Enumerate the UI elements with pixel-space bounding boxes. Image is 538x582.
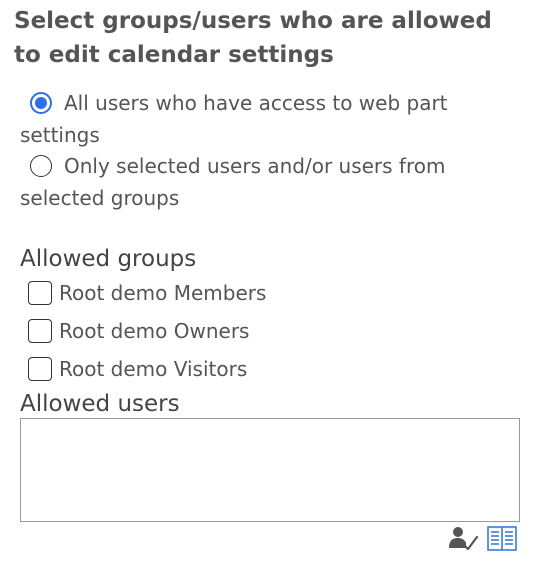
option-selected-users-label: Only selected users and/or users from se… [20,154,446,210]
radio-all-users[interactable] [30,92,52,114]
calendar-settings-permissions-panel: Select groups/users who are allowed to e… [0,0,538,582]
group-row-root-demo-members[interactable]: Root demo Members [28,278,266,308]
group-row-root-demo-visitors[interactable]: Root demo Visitors [28,354,247,384]
browse-directory-button[interactable] [486,524,518,554]
check-names-button[interactable] [448,524,480,554]
allowed-groups-label: Allowed groups [20,246,197,272]
option-all-users-label: All users who have access to web part se… [20,91,448,147]
group-row-root-demo-owners[interactable]: Root demo Owners [28,316,249,346]
group-label-root-demo-members: Root demo Members [59,281,267,305]
address-book-icon [487,526,517,551]
check-names-icon [449,527,479,551]
allowed-users-label: Allowed users [20,391,180,417]
checkbox-root-demo-members[interactable] [28,281,52,305]
checkbox-root-demo-visitors[interactable] [28,357,52,381]
checkbox-root-demo-owners[interactable] [28,319,52,343]
group-label-root-demo-visitors: Root demo Visitors [59,357,248,381]
option-selected-users[interactable]: Only selected users and/or users from se… [20,150,500,214]
section-heading: Select groups/users who are allowed to e… [14,8,492,68]
option-all-users[interactable]: All users who have access to web part se… [20,87,500,151]
allowed-users-input[interactable] [20,418,520,522]
radio-selected-users[interactable] [30,155,52,177]
group-label-root-demo-owners: Root demo Owners [59,319,250,343]
